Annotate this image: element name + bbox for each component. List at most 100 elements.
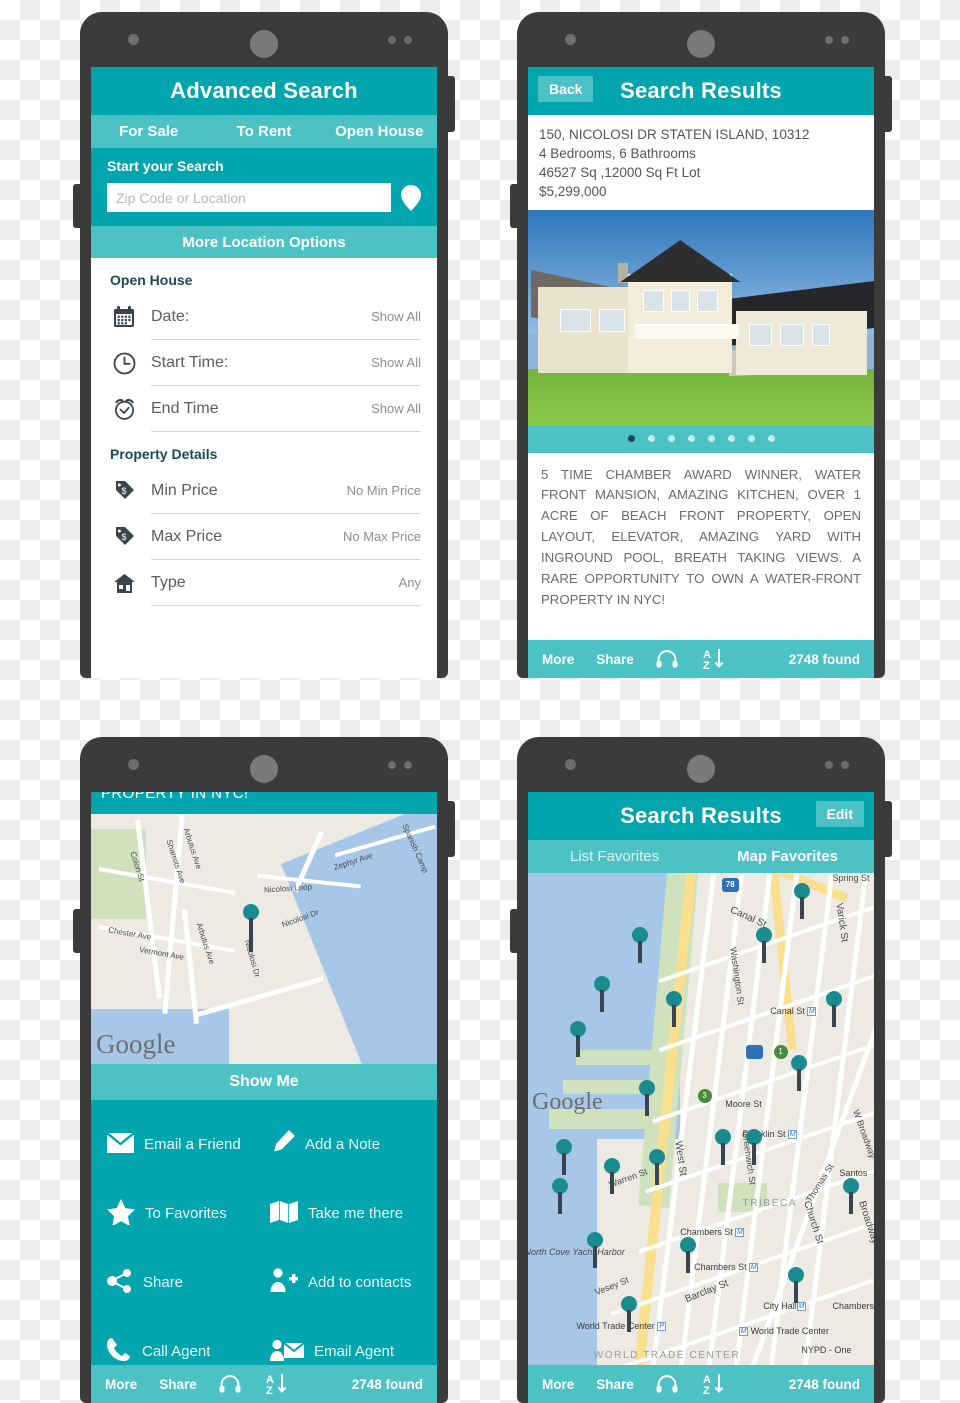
filter-row-date[interactable]: Date: Show All bbox=[107, 294, 421, 340]
action-grid: Email a Friend Add a Note To Favorites T… bbox=[91, 1100, 437, 1365]
map-pin-icon[interactable] bbox=[756, 927, 773, 964]
filter-row-type[interactable]: Type Any bbox=[107, 560, 421, 606]
volume-button[interactable] bbox=[510, 184, 518, 228]
map-pin-icon[interactable] bbox=[745, 1128, 762, 1165]
tab-for-sale[interactable]: For Sale bbox=[91, 123, 206, 140]
map-pin-icon[interactable] bbox=[631, 927, 648, 964]
map-poi-label: NYPD - One bbox=[801, 1345, 852, 1356]
results-count: 2748 found bbox=[788, 1376, 860, 1392]
map-pin-icon[interactable] bbox=[638, 1079, 655, 1116]
map-pin-icon[interactable] bbox=[401, 184, 421, 211]
power-button[interactable] bbox=[447, 76, 455, 132]
carousel-dot[interactable] bbox=[747, 435, 755, 443]
tab-map-favorites[interactable]: Map Favorites bbox=[701, 848, 874, 865]
map-pin-icon[interactable] bbox=[593, 976, 610, 1013]
action-to-favorites[interactable]: To Favorites bbox=[101, 1179, 264, 1248]
action-email-a-friend[interactable]: Email a Friend bbox=[101, 1110, 264, 1179]
map-pin-icon[interactable] bbox=[666, 991, 683, 1028]
map-pin-icon[interactable] bbox=[842, 1178, 859, 1215]
map-pin-icon[interactable] bbox=[794, 882, 811, 919]
screenshot-canvas: Advanced Search For Sale To Rent Open Ho… bbox=[0, 0, 960, 1403]
power-button[interactable] bbox=[884, 801, 892, 857]
edit-button[interactable]: Edit bbox=[815, 801, 864, 827]
map-pin-icon[interactable] bbox=[714, 1128, 731, 1165]
sort-az-icon[interactable]: A Z bbox=[700, 1372, 726, 1396]
window-icon bbox=[811, 323, 831, 346]
sort-az-icon[interactable]: A Z bbox=[700, 647, 726, 671]
phone4-screen: Search Results Edit List Favorites Map F… bbox=[528, 792, 874, 1403]
power-button[interactable] bbox=[884, 76, 892, 132]
map-pin-icon[interactable] bbox=[604, 1158, 621, 1195]
headphone-icon[interactable] bbox=[656, 1375, 678, 1393]
map-pin-icon[interactable] bbox=[680, 1237, 697, 1274]
action-label: Take me there bbox=[308, 1205, 404, 1222]
carousel-dot[interactable] bbox=[727, 435, 735, 443]
sensor-dot-icon bbox=[841, 761, 849, 769]
map-pin-icon[interactable] bbox=[552, 1178, 569, 1215]
volume-button[interactable] bbox=[73, 909, 81, 953]
map-pin-icon[interactable] bbox=[649, 1148, 666, 1185]
more-location-options-button[interactable]: More Location Options bbox=[91, 226, 437, 258]
carousel-dot[interactable] bbox=[767, 435, 775, 443]
map-pin-icon[interactable] bbox=[243, 904, 260, 952]
carousel-dot[interactable] bbox=[627, 435, 635, 443]
filter-value: Show All bbox=[371, 401, 421, 416]
window-icon bbox=[670, 289, 690, 312]
filter-value: Any bbox=[398, 575, 421, 590]
scrolled-description-remnant: PROPERTY IN NYC! bbox=[91, 792, 437, 814]
action-add-a-note[interactable]: Add a Note bbox=[264, 1110, 427, 1179]
section-heading-open-house: Open House bbox=[110, 272, 193, 288]
action-take-me-there[interactable]: Take me there bbox=[264, 1179, 427, 1248]
back-button[interactable]: Back bbox=[538, 76, 594, 102]
sort-az-icon[interactable]: A Z bbox=[263, 1372, 289, 1396]
more-button[interactable]: More bbox=[542, 1377, 574, 1392]
headphone-icon[interactable] bbox=[656, 650, 678, 668]
section-heading-property-details: Property Details bbox=[110, 446, 218, 462]
action-add-to-contacts[interactable]: Add to contacts bbox=[264, 1248, 427, 1317]
svg-text:Z: Z bbox=[703, 660, 710, 671]
carousel-dot[interactable] bbox=[707, 435, 715, 443]
map-pin-icon[interactable] bbox=[569, 1020, 586, 1057]
tab-list-favorites[interactable]: List Favorites bbox=[528, 848, 701, 865]
action-label: Share bbox=[143, 1274, 184, 1291]
map-poi-label: Chambers St M bbox=[680, 1227, 745, 1238]
tab-to-rent[interactable]: To Rent bbox=[206, 123, 321, 140]
map-pin-icon[interactable] bbox=[586, 1232, 603, 1269]
window-icon bbox=[696, 289, 718, 312]
power-button[interactable] bbox=[447, 801, 455, 857]
share-button[interactable]: Share bbox=[596, 652, 634, 667]
map-pin-icon[interactable] bbox=[787, 1266, 804, 1303]
headphone-icon[interactable] bbox=[219, 1375, 241, 1393]
map-pin-icon[interactable] bbox=[825, 991, 842, 1028]
carousel-dot[interactable] bbox=[667, 435, 675, 443]
filter-row-start-time[interactable]: Start Time: Show All bbox=[107, 340, 421, 386]
search-input[interactable] bbox=[107, 183, 391, 212]
favorites-map[interactable]: Canal St Varick St Washington St Spring … bbox=[528, 873, 874, 1365]
volume-button[interactable] bbox=[510, 909, 518, 953]
map-poi-label: Santos bbox=[839, 1168, 868, 1179]
envelope-icon bbox=[106, 1131, 135, 1157]
photo-carousel-indicator[interactable] bbox=[528, 424, 874, 453]
map-pin-icon[interactable] bbox=[790, 1055, 807, 1092]
property-location-map[interactable]: Arbutus Ave Sharrots Ave Colon St Cheste… bbox=[91, 814, 437, 1064]
earpiece-speaker-icon bbox=[250, 755, 278, 783]
property-photo[interactable] bbox=[528, 209, 874, 425]
window-icon bbox=[780, 323, 804, 346]
more-button[interactable]: More bbox=[105, 1377, 137, 1392]
action-label: To Favorites bbox=[145, 1205, 227, 1222]
carousel-dot[interactable] bbox=[647, 435, 655, 443]
map-pin-icon[interactable] bbox=[555, 1138, 572, 1175]
more-button[interactable]: More bbox=[542, 652, 574, 667]
map-pin-icon[interactable] bbox=[621, 1296, 638, 1333]
tab-open-house[interactable]: Open House bbox=[322, 123, 437, 140]
filter-row-min-price[interactable]: $ Min Price No Min Price bbox=[107, 468, 421, 514]
share-button[interactable]: Share bbox=[596, 1377, 634, 1392]
volume-button[interactable] bbox=[73, 184, 81, 228]
action-share[interactable]: Share bbox=[101, 1248, 264, 1317]
filter-row-max-price[interactable]: $ Max Price No Max Price bbox=[107, 514, 421, 560]
carousel-dot[interactable] bbox=[687, 435, 695, 443]
filter-row-end-time[interactable]: End Time Show All bbox=[107, 386, 421, 432]
sensor-dot-icon bbox=[388, 761, 396, 769]
map-poi-label: Chambers bbox=[832, 1301, 874, 1312]
share-button[interactable]: Share bbox=[159, 1377, 197, 1392]
